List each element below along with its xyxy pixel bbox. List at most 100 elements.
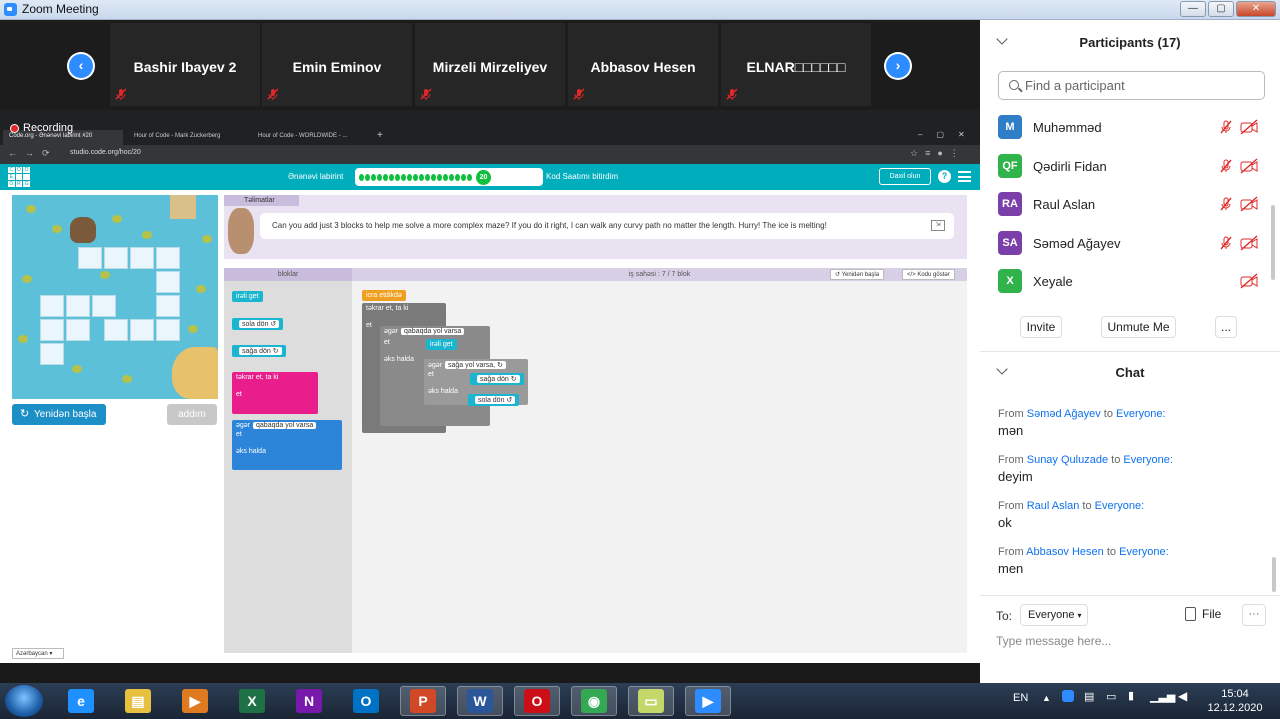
clock[interactable]: 15:04 12.12.2020: [1200, 687, 1270, 715]
invite-button[interactable]: Invite: [1020, 316, 1062, 338]
participant-row[interactable]: M Muhəmməd: [998, 115, 1268, 151]
participant-row[interactable]: RA Raul Aslan: [998, 192, 1268, 228]
progress-dot[interactable]: [437, 173, 442, 181]
block-move-forward-ws[interactable]: irəli get: [426, 339, 457, 350]
block-when-run[interactable]: icra etdikdə: [362, 290, 406, 301]
participant-search-input[interactable]: Find a participant: [998, 71, 1265, 100]
block-turn-left-ws[interactable]: sola dön ↺: [468, 394, 520, 406]
display-icon[interactable]: ▭: [1106, 690, 1116, 703]
progress-dot[interactable]: [413, 173, 418, 181]
media-player-taskbar-button[interactable]: ▶: [172, 686, 218, 716]
prev-page-button[interactable]: ‹: [67, 52, 95, 80]
start-button[interactable]: [5, 685, 43, 717]
finish-hour-link[interactable]: Kod Saatımı bitirdim: [546, 172, 618, 181]
progress-dot[interactable]: [395, 173, 400, 181]
next-page-button[interactable]: ›: [884, 52, 912, 80]
chat-sender[interactable]: Səməd Ağayev: [1027, 408, 1101, 420]
video-tile[interactable]: Emin Eminov: [262, 23, 412, 106]
progress-dot[interactable]: [359, 173, 364, 181]
progress-dot[interactable]: [401, 173, 406, 181]
browser-toolbar-icons[interactable]: ☆≡●⋮: [910, 148, 966, 159]
language-select[interactable]: Azərbaycan ▾: [12, 648, 64, 659]
recipient-dropdown[interactable]: Everyone ▾: [1020, 604, 1088, 626]
show-code-button[interactable]: </> Kodu göstər: [902, 269, 955, 280]
progress-dot[interactable]: [371, 173, 376, 181]
volume-icon[interactable]: ◀: [1178, 689, 1187, 703]
chat-recipient[interactable]: Everyone:: [1116, 408, 1166, 420]
browser-tab[interactable]: Hour of Code - Mark Zuckerberg: [128, 130, 248, 145]
block-turn-right-ws[interactable]: sağa dön ↻: [470, 373, 524, 385]
chrome-taskbar-button[interactable]: ◉: [571, 686, 617, 716]
block-turn-right[interactable]: sağa dön ↻: [232, 345, 286, 357]
word-taskbar-button[interactable]: W: [457, 686, 503, 716]
unmute-me-button[interactable]: Unmute Me: [1101, 316, 1176, 338]
tray-expand-icon[interactable]: ▲: [1042, 693, 1051, 703]
browser-window-controls[interactable]: –▢✕: [918, 130, 979, 139]
progress-dot[interactable]: [425, 173, 430, 181]
chat-recipient[interactable]: Everyone:: [1095, 500, 1145, 512]
outlook-taskbar-button[interactable]: O: [343, 686, 389, 716]
chat-sender[interactable]: Sunay Quluzade: [1027, 454, 1108, 466]
progress-dot[interactable]: [461, 173, 466, 181]
new-tab-icon[interactable]: +: [377, 130, 383, 141]
menu-icon[interactable]: [958, 171, 971, 182]
zoom-taskbar-button[interactable]: ▶: [685, 686, 731, 716]
participant-row[interactable]: X Xeyale: [998, 269, 1268, 305]
participant-row[interactable]: SA Səməd Ağayev: [998, 230, 1268, 267]
collapse-instructions-icon[interactable]: ⇲: [931, 220, 945, 231]
block-move-forward[interactable]: irəli get: [232, 291, 263, 302]
progress-dot[interactable]: [365, 173, 370, 181]
opera-taskbar-button[interactable]: O: [514, 686, 560, 716]
block-turn-left[interactable]: sola dön ↺: [232, 318, 284, 330]
maze-reset-button[interactable]: ↻ Yenidən başla: [12, 404, 106, 425]
internet-explorer-taskbar-button[interactable]: e: [58, 686, 104, 716]
sticky-notes-taskbar-button[interactable]: ▭: [628, 686, 674, 716]
excel-taskbar-button[interactable]: X: [229, 686, 275, 716]
video-tile[interactable]: Bashir Ibayev 2: [110, 23, 260, 106]
signin-button[interactable]: Daxil olun: [879, 168, 931, 185]
progress-dot[interactable]: [455, 173, 460, 181]
chat-more-button[interactable]: ···: [1242, 604, 1266, 626]
minimize-button[interactable]: —: [1180, 1, 1206, 17]
network-icon[interactable]: ▁▃▅: [1150, 690, 1175, 703]
instructions-label[interactable]: Təlimatlar: [224, 195, 299, 206]
chat-sender[interactable]: Raul Aslan: [1027, 500, 1080, 512]
help-icon[interactable]: ?: [938, 170, 951, 183]
step-button[interactable]: addım: [167, 404, 217, 425]
input-language[interactable]: EN: [1013, 692, 1028, 704]
video-tile[interactable]: Mirzeli Mirzeliyev: [415, 23, 565, 106]
chat-recipient[interactable]: Everyone:: [1119, 546, 1169, 558]
participant-row[interactable]: QF Qədirli Fidan: [998, 153, 1268, 190]
close-button[interactable]: ✕: [1236, 1, 1276, 17]
powerpoint-taskbar-button[interactable]: P: [400, 686, 446, 716]
progress-dot[interactable]: [431, 173, 436, 181]
video-tile[interactable]: Abbasov Hesen: [568, 23, 718, 106]
file-explorer-taskbar-button[interactable]: ▤: [115, 686, 161, 716]
chat-sender[interactable]: Abbasov Hesen: [1026, 546, 1104, 558]
zoom-tray-icon[interactable]: [1062, 690, 1074, 702]
chat-recipient[interactable]: Everyone:: [1123, 454, 1173, 466]
browser-nav-icons[interactable]: ←→⟳: [8, 148, 58, 159]
progress-dot[interactable]: [407, 173, 412, 181]
maximize-button[interactable]: ▢: [1208, 1, 1234, 17]
progress-dot[interactable]: [377, 173, 382, 181]
power-icon[interactable]: ▮: [1128, 689, 1134, 702]
chat-scrollbar[interactable]: [1272, 557, 1276, 592]
progress-dot[interactable]: [443, 173, 448, 181]
file-button[interactable]: File: [1185, 607, 1221, 621]
progress-dot[interactable]: [383, 173, 388, 181]
progress-dot[interactable]: [449, 173, 454, 181]
block-repeat-until[interactable]: təkrar et, ta ki et: [232, 372, 318, 414]
participants-scrollbar[interactable]: [1271, 205, 1275, 280]
progress-dot[interactable]: [467, 173, 472, 181]
progress-dot[interactable]: [419, 173, 424, 181]
codeorg-logo[interactable]: CODEORG: [8, 167, 30, 187]
participants-more-button[interactable]: ...: [1215, 316, 1237, 338]
browser-tab[interactable]: Hour of Code - WORLDWIDE - ...: [252, 130, 370, 145]
video-tile[interactable]: ELNAR□□□□□□: [721, 23, 871, 106]
chat-message-input[interactable]: Type message here...: [996, 634, 1111, 648]
action-center-icon[interactable]: ▤: [1084, 690, 1094, 703]
onenote-taskbar-button[interactable]: N: [286, 686, 332, 716]
workspace-reset-button[interactable]: ↺ Yenidən başla: [830, 269, 885, 280]
block-if-else[interactable]: əgər qabaqda yol varsa et əks halda: [232, 420, 342, 470]
